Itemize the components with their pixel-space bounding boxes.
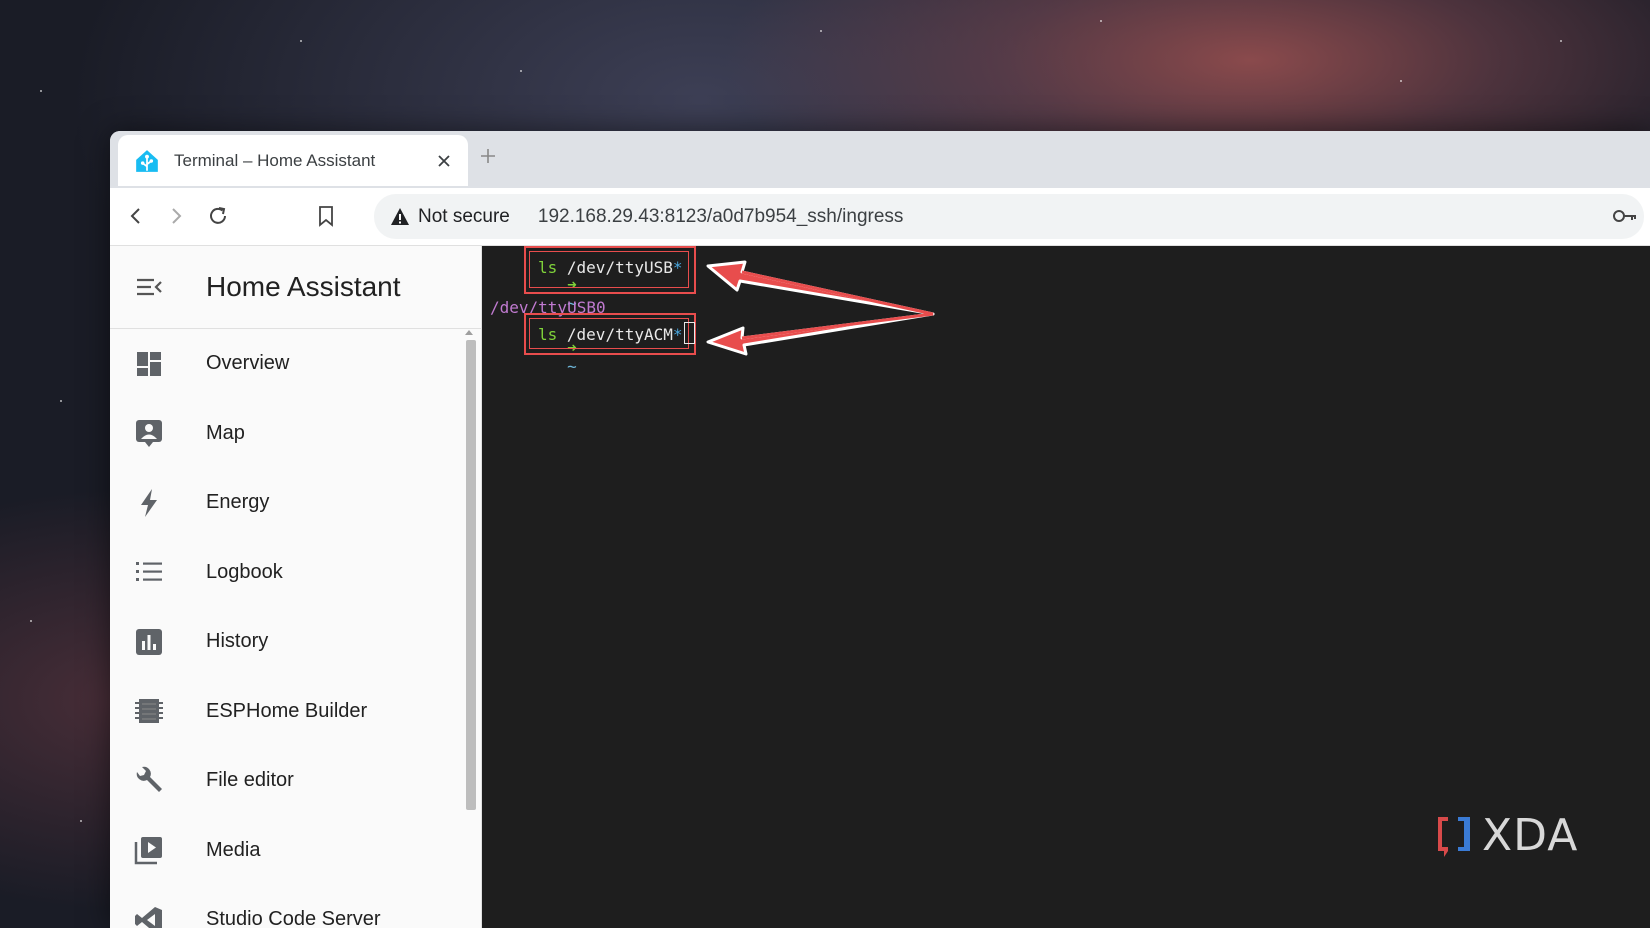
wrench-icon bbox=[132, 764, 166, 798]
reload-button[interactable] bbox=[204, 202, 232, 230]
energy-icon bbox=[132, 486, 166, 520]
sidebar-item-logbook[interactable]: Logbook bbox=[110, 538, 481, 608]
scroll-up-arrow-icon[interactable] bbox=[465, 330, 473, 335]
command-2: ls /dev/ttyACM* bbox=[538, 322, 695, 344]
collapse-menu-icon[interactable] bbox=[134, 272, 164, 302]
sidebar-item-label: Media bbox=[206, 838, 261, 861]
history-icon bbox=[132, 625, 166, 659]
browser-toolbar: Not secure 192.168.29.43:8123/a0d7b954_s… bbox=[110, 188, 1650, 246]
tab-bar: Terminal – Home Assistant bbox=[110, 131, 1650, 188]
bookmark-icon bbox=[319, 206, 333, 227]
sidebar-item-label: Energy bbox=[206, 491, 270, 514]
page-content: Home Assistant Overview Map Energy Logbo… bbox=[110, 246, 1650, 928]
xda-logo-icon bbox=[1438, 816, 1470, 857]
terminal-cursor bbox=[683, 322, 695, 344]
back-button[interactable] bbox=[122, 202, 150, 230]
xda-watermark: XDA bbox=[1434, 810, 1578, 861]
bookmark-button[interactable] bbox=[312, 202, 340, 230]
browser-tab[interactable]: Terminal – Home Assistant bbox=[118, 135, 468, 186]
sidebar-scrollbar[interactable] bbox=[466, 340, 476, 810]
url-text[interactable]: 192.168.29.43:8123/a0d7b954_ssh/ingress bbox=[538, 206, 904, 228]
prompt-tilde: ~ bbox=[567, 357, 577, 376]
command-ls: ls bbox=[538, 325, 558, 344]
warning-icon bbox=[391, 207, 409, 225]
sidebar-item-label: Logbook bbox=[206, 560, 283, 583]
sidebar-item-esphome-builder[interactable]: ESPHome Builder bbox=[110, 677, 481, 747]
sidebar-item-media[interactable]: Media bbox=[110, 816, 481, 886]
sidebar: Home Assistant Overview Map Energy Logbo… bbox=[110, 246, 482, 928]
sidebar-item-label: Studio Code Server bbox=[206, 908, 381, 928]
forward-arrow-icon bbox=[172, 208, 182, 224]
vscode-icon bbox=[132, 903, 166, 928]
reload-icon bbox=[210, 207, 226, 224]
close-tab-icon[interactable] bbox=[434, 151, 454, 171]
browser-window: Terminal – Home Assistant Not secure 192… bbox=[110, 131, 1650, 928]
sidebar-item-label: Map bbox=[206, 421, 245, 444]
map-icon bbox=[132, 416, 166, 450]
command-glob: * bbox=[672, 325, 683, 344]
highlight-box-2: ls /dev/ttyACM* bbox=[524, 313, 696, 355]
command-1: ls /dev/ttyUSB* bbox=[538, 258, 683, 277]
overview-icon bbox=[132, 347, 166, 381]
esphome-icon bbox=[132, 694, 166, 728]
back-arrow-icon bbox=[130, 208, 140, 224]
sidebar-header: Home Assistant bbox=[110, 246, 481, 329]
home-assistant-favicon-icon bbox=[136, 149, 158, 172]
key-icon[interactable] bbox=[1612, 205, 1638, 227]
sidebar-item-overview[interactable]: Overview bbox=[110, 329, 481, 399]
sidebar-item-file-editor[interactable]: File editor bbox=[110, 746, 481, 816]
new-tab-button[interactable] bbox=[479, 141, 497, 172]
sidebar-item-energy[interactable]: Energy bbox=[110, 468, 481, 538]
logbook-icon bbox=[132, 555, 166, 589]
tab-title: Terminal – Home Assistant bbox=[174, 150, 376, 170]
sidebar-item-label: History bbox=[206, 630, 269, 653]
forward-button[interactable] bbox=[162, 202, 190, 230]
watermark-text: XDA bbox=[1482, 810, 1579, 861]
sidebar-item-studio-code-server[interactable]: Studio Code Server bbox=[110, 885, 481, 928]
sidebar-item-label: Overview bbox=[206, 352, 290, 375]
security-label[interactable]: Not secure bbox=[418, 206, 510, 228]
sidebar-item-label: File editor bbox=[206, 769, 294, 792]
command-path: /dev/ttyACM bbox=[566, 325, 673, 344]
highlight-box-1: ls /dev/ttyUSB* bbox=[524, 246, 696, 294]
sidebar-item-label: ESPHome Builder bbox=[206, 699, 368, 722]
address-bar[interactable]: Not secure 192.168.29.43:8123/a0d7b954_s… bbox=[374, 194, 1644, 239]
sidebar-item-map[interactable]: Map bbox=[110, 399, 481, 469]
sidebar-title: Home Assistant bbox=[206, 271, 401, 302]
command-glob: * bbox=[672, 258, 683, 277]
command-path: /dev/ttyUSB bbox=[566, 258, 673, 277]
command-ls: ls bbox=[538, 258, 558, 277]
media-icon bbox=[132, 833, 166, 867]
sidebar-item-history[interactable]: History bbox=[110, 607, 481, 677]
